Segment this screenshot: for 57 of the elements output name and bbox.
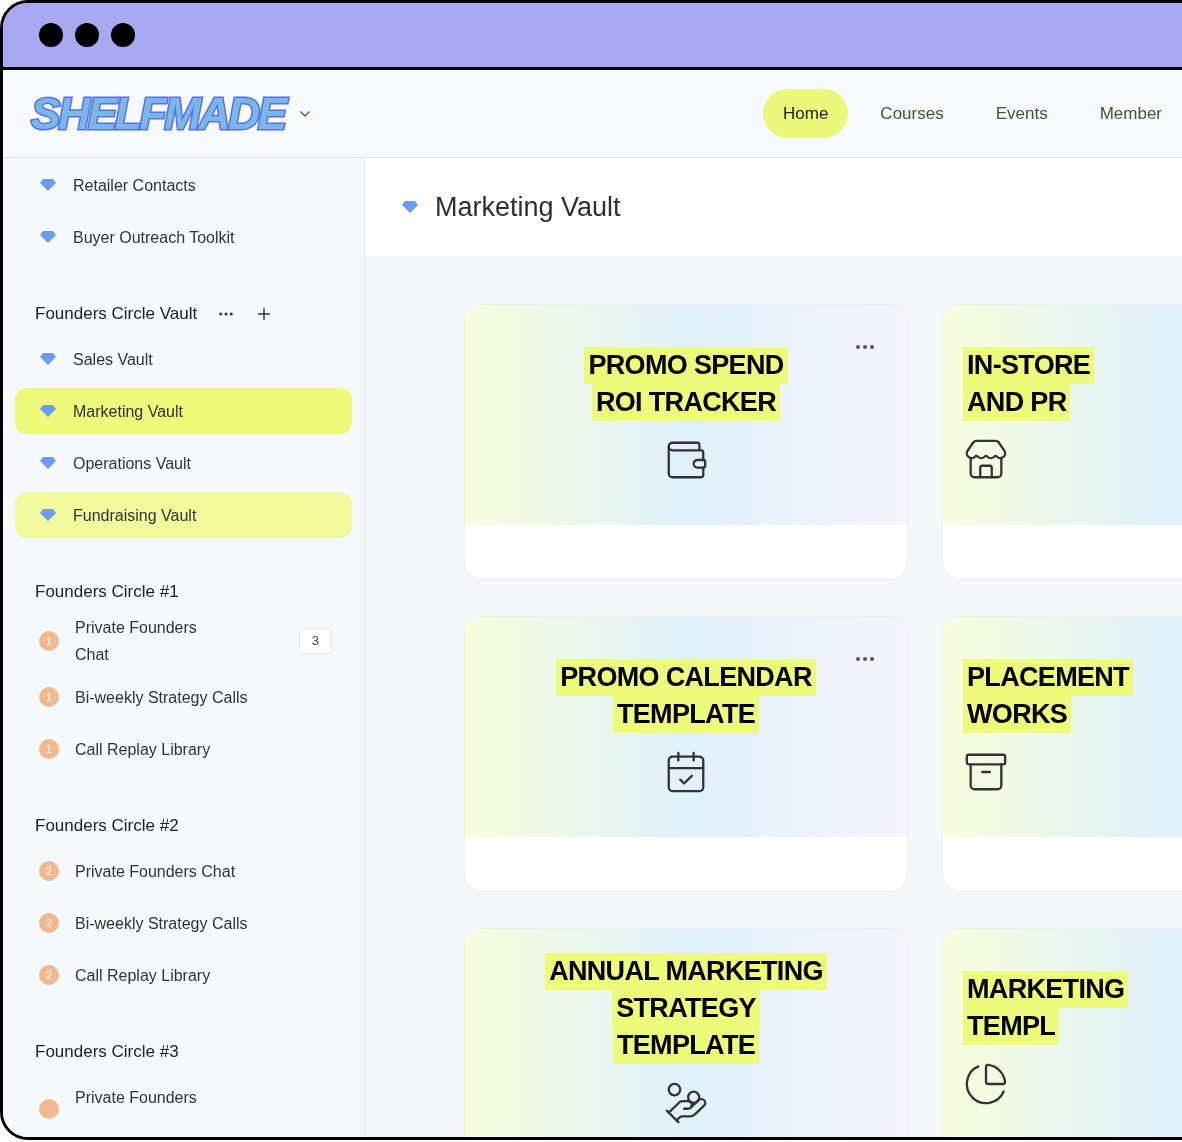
sidebar-item[interactable]: Retailer Contacts [15, 162, 352, 208]
resource-card[interactable]: IN-STORE AND PR [942, 304, 1182, 580]
number-badge: 1 [39, 739, 59, 759]
sidebar-item[interactable]: Operations Vault [15, 440, 352, 486]
sidebar-item[interactable]: 2 Private Founders Chat [15, 848, 352, 894]
section-title: Founders Circle #2 [35, 815, 179, 838]
diamond-icon [39, 178, 57, 192]
sidebar-item[interactable]: Fundraising Vault [15, 492, 352, 538]
resource-card[interactable]: PROMO SPEND ROI TRACKER [464, 304, 908, 580]
diamond-icon [39, 230, 57, 244]
sidebar-item-label: Private Founders Chat [75, 861, 236, 882]
section-title: Founders Circle #3 [35, 1041, 179, 1064]
sidebar-item-label: Operations Vault [73, 453, 191, 474]
section-title: Founders Circle #1 [35, 581, 179, 604]
diamond-icon [39, 456, 57, 470]
number-badge: 2 [39, 861, 59, 881]
sidebar-item-label: Retailer Contacts [73, 175, 196, 196]
sidebar-item-label: Call Replay Library [75, 739, 211, 760]
number-badge: 2 [39, 913, 59, 933]
sidebar-item-label: Call Replay Library [75, 965, 211, 986]
section-title: Founders Circle Vault [35, 303, 198, 326]
sidebar-item[interactable]: Private Founders [15, 1074, 352, 1120]
number-badge-icon [39, 1099, 59, 1119]
sidebar-item-label: Bi-weekly Strategy Calls [75, 687, 248, 708]
sidebar-item-label: Private Founders Chat [75, 618, 198, 665]
nav-tab[interactable]: Courses [860, 88, 964, 139]
resource-card[interactable]: PROMO CALENDAR TEMPLATE [464, 616, 908, 892]
sidebar-item[interactable]: 1 Private Founders Chat 3 [15, 614, 352, 668]
sidebar-item-label: Sales Vault [73, 349, 153, 370]
sidebar-item[interactable]: Buyer Outreach Toolkit [15, 214, 352, 260]
sidebar-item[interactable]: 1 Bi-weekly Strategy Calls [15, 674, 352, 720]
sidebar-item-label: Marketing Vault [73, 401, 183, 422]
number-badge: 2 [39, 965, 59, 985]
sidebar-item[interactable]: 2 Call Replay Library [15, 952, 352, 998]
sidebar-item-label: Buyer Outreach Toolkit [73, 227, 235, 248]
page-title: Marketing Vault [435, 190, 621, 224]
nav-tab[interactable]: Member [1079, 88, 1182, 139]
sidebar-item[interactable]: Marketing Vault [15, 388, 352, 434]
sidebar-item[interactable]: 1 Call Replay Library [15, 726, 352, 772]
resource-card[interactable]: MARKETING TEMPL [942, 928, 1182, 1137]
resource-card[interactable]: ANNUAL MARKETING STRATEGY TEMPLATE [464, 928, 908, 1137]
sidebar-item-label: Fundraising Vault [73, 505, 197, 526]
nav-tab[interactable]: Home [763, 88, 849, 139]
number-badge: 1 [39, 631, 59, 651]
resource-card[interactable]: PLACEMENT WORKS [942, 616, 1182, 892]
sidebar-item[interactable]: 2 Bi-weekly Strategy Calls [15, 900, 352, 946]
count-badge: 3 [298, 628, 332, 654]
nav-tab[interactable]: Events [975, 88, 1068, 139]
diamond-icon [39, 508, 57, 522]
diamond-icon [39, 404, 57, 418]
sidebar-item-label: Private Founders [75, 1087, 197, 1108]
sidebar-item-label: Bi-weekly Strategy Calls [75, 913, 248, 934]
diamond-icon [39, 352, 57, 366]
number-badge: 1 [39, 687, 59, 707]
diamond-icon [401, 200, 419, 214]
pie-chart-icon [963, 1061, 1009, 1107]
sidebar-item[interactable]: Sales Vault [15, 336, 352, 382]
